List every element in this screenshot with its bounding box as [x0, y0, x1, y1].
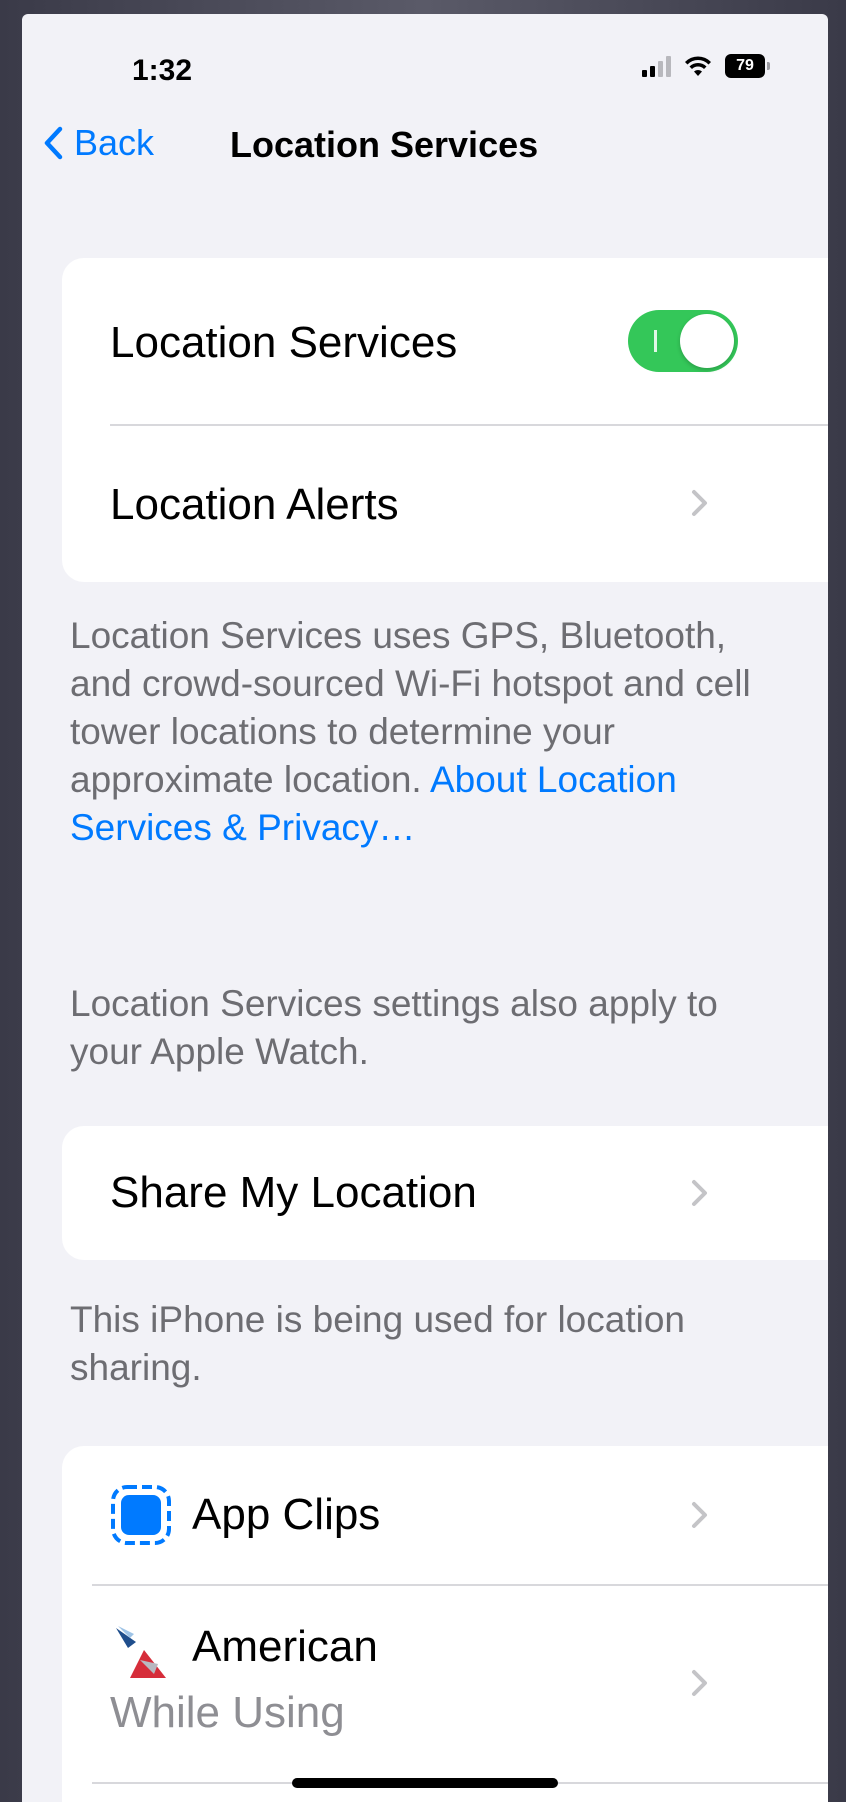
- cellular-signal-icon: [642, 55, 671, 77]
- sharing-note: This iPhone is being used for location s…: [70, 1299, 685, 1388]
- settings-screen: 1:32 79 Back Location Services Location …: [22, 14, 828, 1802]
- location-alerts-row[interactable]: Location Alerts: [62, 424, 828, 582]
- location-alerts-label: Location Alerts: [110, 480, 399, 529]
- chevron-right-icon: [692, 1502, 707, 1528]
- app-row-app-clips[interactable]: App Clips: [62, 1446, 828, 1584]
- chevron-left-icon: [44, 126, 63, 160]
- location-services-description: Location Services uses GPS, Bluetooth, a…: [70, 612, 770, 852]
- status-indicators: 79: [642, 54, 770, 78]
- share-my-location-label: Share My Location: [110, 1168, 477, 1217]
- location-services-row: Location Services: [62, 258, 828, 424]
- back-button[interactable]: Back: [44, 122, 154, 164]
- chevron-right-icon: [692, 490, 707, 516]
- toggle-knob: [680, 314, 734, 368]
- share-location-group: Share My Location: [62, 1126, 828, 1260]
- apple-watch-note: Location Services settings also apply to…: [70, 983, 718, 1072]
- app-row-american[interactable]: American While Using: [62, 1584, 828, 1782]
- location-settings-group: Location Services Location Alerts: [62, 258, 828, 582]
- back-label: Back: [74, 122, 155, 163]
- chevron-right-icon: [692, 1670, 707, 1696]
- chevron-right-icon: [692, 1180, 707, 1206]
- app-name: App Clips: [192, 1490, 381, 1539]
- app-name: American: [192, 1622, 378, 1671]
- page-title: Location Services: [230, 124, 539, 165]
- app-clips-icon: [111, 1485, 171, 1545]
- device-frame: 1:32 79 Back Location Services Location …: [0, 0, 846, 1802]
- wifi-icon: [683, 54, 713, 78]
- home-indicator[interactable]: [292, 1778, 558, 1788]
- status-time: 1:32: [132, 54, 193, 87]
- toggle-on-mark: [654, 330, 657, 352]
- battery-level: 79: [736, 57, 754, 74]
- battery-icon: 79: [725, 54, 770, 78]
- location-services-label: Location Services: [110, 318, 458, 367]
- location-services-toggle[interactable]: [628, 310, 738, 372]
- app-permission-status: While Using: [110, 1688, 345, 1737]
- american-airlines-icon: [110, 1620, 172, 1682]
- share-my-location-row[interactable]: Share My Location: [62, 1126, 828, 1260]
- apps-group: App Clips American While Using: [62, 1446, 828, 1802]
